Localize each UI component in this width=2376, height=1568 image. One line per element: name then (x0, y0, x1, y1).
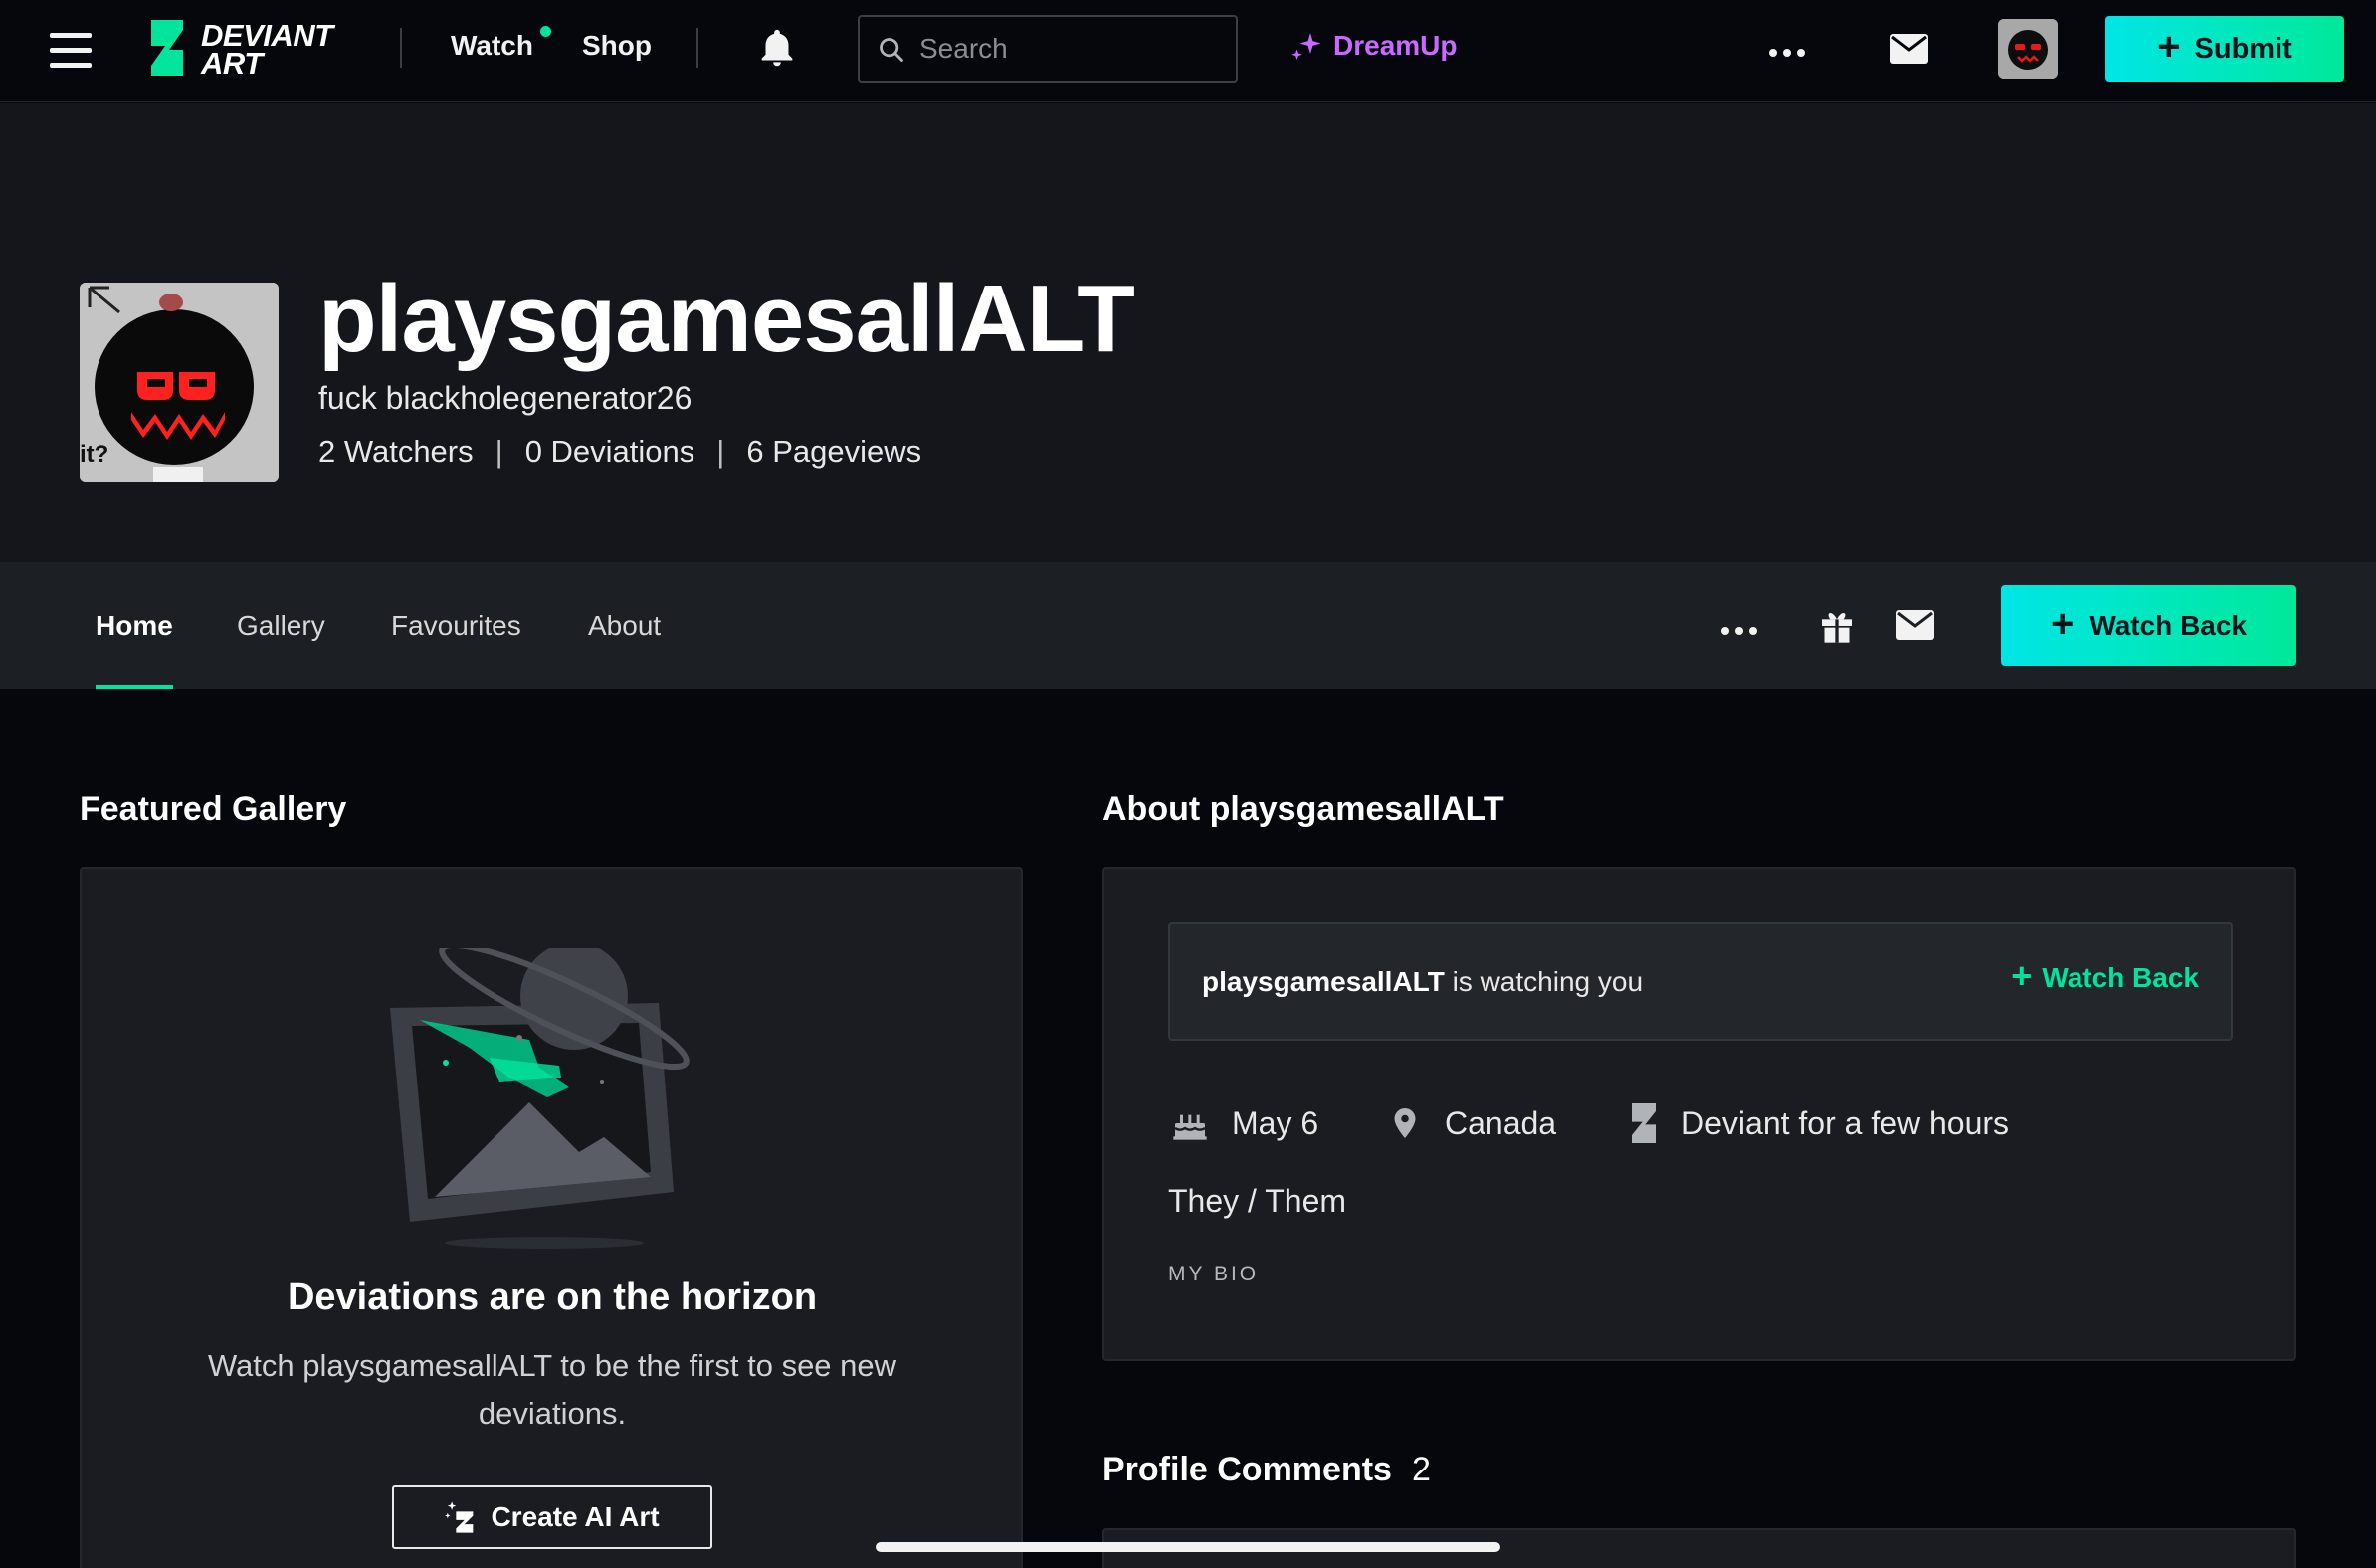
top-navigation-bar: DEVIANT ART Watch Shop DreamUp (0, 0, 2376, 102)
deviations-count[interactable]: 0 Deviations (525, 434, 695, 469)
more-icon[interactable] (1769, 44, 1811, 62)
plus-icon: + (2050, 601, 2075, 646)
search-icon (880, 38, 903, 62)
bell-icon[interactable] (754, 26, 800, 72)
home-indicator[interactable] (876, 1542, 1500, 1552)
submit-button[interactable]: + Submit (2105, 16, 2344, 82)
user-avatar[interactable] (1998, 19, 2058, 79)
empty-gallery-text: Watch playsgamesallALT to be the first t… (207, 1348, 897, 1431)
profile-tabs-bar: Home Gallery Favourites About + Watch Ba… (0, 562, 2376, 689)
create-ai-art-label: Create AI Art (491, 1501, 660, 1532)
pronouns: They / Them (1168, 1183, 1347, 1219)
stats-separator: | (716, 434, 725, 469)
nav-shop-link[interactable]: Shop (582, 30, 652, 62)
divider (696, 28, 698, 68)
logo-line-2: ART (201, 46, 263, 81)
profile-tagline: fuck blackholegenerator26 (318, 380, 693, 416)
profile-avatar[interactable]: it? (80, 283, 279, 482)
birthday-value: May 6 (1232, 1104, 1319, 1141)
avatar-image (1998, 19, 2058, 79)
location: Canada (1387, 1103, 1556, 1143)
watchers-count[interactable]: 2 Watchers (318, 434, 474, 469)
bio-label: MY BIO (1168, 1263, 1260, 1285)
search-box[interactable] (858, 15, 1238, 83)
hamburger-menu-icon[interactable] (50, 33, 92, 69)
dreamup-sparkle-icon (445, 1501, 474, 1533)
svg-text:it?: it? (80, 441, 108, 468)
empty-gallery-illustration (390, 948, 690, 1249)
profile-stats: 2 Watchers | 0 Deviations | 6 Pageviews (318, 434, 921, 470)
profile-avatar-image: it? (80, 283, 279, 482)
search-input[interactable] (919, 29, 1218, 69)
watch-back-link[interactable]: + Watch Back (2011, 955, 2199, 996)
birthday: May 6 (1170, 1103, 1318, 1143)
watch-back-link-label: Watch Back (2042, 962, 2199, 993)
profile-comments-title: Profile Comments 2 (1102, 1451, 1431, 1489)
deviantart-mark-icon (1632, 1103, 1656, 1143)
cake-icon (1173, 1114, 1207, 1140)
profile-comments-count: 2 (1411, 1451, 1431, 1488)
pageviews-count: 6 Pageviews (746, 434, 922, 469)
logo-wordmark: DEVIANT ART (201, 20, 333, 81)
watch-back-label: Watch Back (2089, 609, 2248, 641)
tab-home[interactable]: Home (96, 610, 173, 642)
watching-you-text: playsgamesallALT is watching you (1202, 966, 1643, 998)
gift-icon[interactable] (1817, 606, 1857, 646)
deviantart-logo[interactable]: DEVIANT ART (147, 18, 356, 80)
about-section-title: About playsgamesallALT (1102, 790, 1504, 828)
sparkle-icon (1291, 33, 1321, 60)
location-pin-icon (1394, 1108, 1416, 1138)
watching-you-notice: playsgamesallALT is watching you + Watch… (1168, 922, 2233, 1041)
profile-username: playsgamesallALT (318, 266, 1135, 372)
stats-separator: | (495, 434, 503, 469)
profile-comments-label: Profile Comments (1102, 1451, 1392, 1488)
dreamup-label: DreamUp (1333, 30, 1458, 61)
active-tab-indicator (96, 685, 173, 689)
tab-about[interactable]: About (588, 610, 661, 642)
featured-gallery-panel: Deviations are on the horizon Watch play… (80, 867, 1023, 1568)
profile-more-icon[interactable] (1721, 622, 1763, 640)
mail-icon[interactable] (1896, 610, 1934, 640)
tab-gallery[interactable]: Gallery (237, 610, 325, 642)
location-value: Canada (1445, 1104, 1557, 1141)
deviantart-logo-icon (151, 20, 183, 76)
plus-icon: + (2157, 25, 2181, 69)
watching-suffix: is watching you (1444, 966, 1644, 997)
profile-header: it? playsgamesallALT fuck blackholegener… (0, 103, 2376, 562)
deviant-since-value: Deviant for a few hours (1682, 1104, 2010, 1141)
create-ai-art-button[interactable]: Create AI Art (392, 1485, 712, 1549)
submit-label: Submit (2194, 32, 2292, 65)
watch-notification-dot (540, 26, 551, 37)
divider (400, 28, 402, 68)
tab-favourites[interactable]: Favourites (391, 610, 521, 642)
watch-back-button[interactable]: + Watch Back (2001, 585, 2296, 666)
plus-icon: + (2011, 955, 2033, 996)
featured-gallery-title: Featured Gallery (80, 790, 347, 828)
deviant-since: Deviant for a few hours (1628, 1103, 2009, 1143)
about-panel: playsgamesallALT is watching you + Watch… (1102, 867, 2296, 1361)
nav-watch-link[interactable]: Watch (451, 30, 533, 62)
watching-username[interactable]: playsgamesallALT (1202, 966, 1445, 997)
mail-icon[interactable] (1890, 34, 1928, 64)
empty-gallery-title: Deviations are on the horizon (287, 1276, 818, 1318)
